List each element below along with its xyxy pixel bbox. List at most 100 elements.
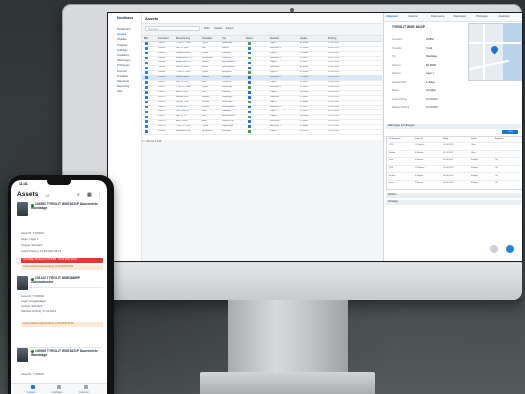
nav-item-projekte[interactable]: Projekte	[117, 43, 127, 47]
asset-thumbnail-icon	[145, 76, 148, 79]
table-cell: Tyrolit	[202, 85, 208, 88]
column-header[interactable]: Ergebnis	[495, 138, 504, 140]
nav-item-assets[interactable]: Assets	[117, 32, 126, 36]
table-cell: Baustelle 3	[270, 85, 281, 88]
table-cell: 30.08.2024	[328, 85, 339, 88]
nav-item-prüfungen[interactable]: Prüfungen	[117, 63, 130, 67]
table-cell: K. Meier	[300, 95, 309, 98]
table-cell: Trennsch.	[222, 56, 232, 59]
field-value: 104562	[426, 39, 434, 41]
table-row[interactable]: Sicht 3 Monate 02.02.2024 Erledigt OK	[387, 180, 522, 188]
section-header-notes[interactable]: Notizen	[386, 193, 521, 198]
column-header[interactable]: Hersteller	[202, 37, 212, 40]
pager[interactable]: 1 – 20 von 1.214	[142, 140, 161, 143]
tab-prüfungen[interactable]: Prüfungen	[476, 15, 488, 18]
column-header[interactable]: Verant.	[300, 37, 308, 40]
table-cell: S. Klein	[300, 61, 308, 64]
status-icon	[248, 76, 251, 79]
asset-thumbnail	[17, 348, 28, 362]
table-cell: Kernbohr	[222, 90, 231, 93]
tab-dokumente[interactable]: Dokumente	[431, 15, 444, 18]
location-map[interactable]	[468, 23, 522, 81]
nav-item-inventur[interactable]: Inventur	[117, 69, 127, 73]
nav-item-objekte[interactable]: Objekte	[117, 37, 127, 41]
field-value: Verfügbar	[426, 90, 436, 92]
table-cell: 6 Monate	[415, 151, 424, 154]
table-cell: Baustelle 4	[270, 46, 281, 49]
field-label: Nächste Prüfung	[392, 107, 410, 109]
asset-count: 18	[45, 192, 50, 198]
asset-card[interactable]: 100069 TYROLIT WSE1621P Dauermiete Wands…	[15, 340, 103, 380]
table-cell: Sicht	[389, 182, 394, 185]
nav-item-standorte[interactable]: Standorte	[117, 79, 129, 83]
table-cell: Offen	[471, 144, 476, 147]
filter-button[interactable]: Filter	[204, 26, 210, 31]
table-cell: Erledigt	[471, 174, 478, 177]
table-cell: Hilti TE 70	[176, 115, 187, 118]
column-header[interactable]: Prüfungsart	[389, 138, 400, 140]
table-row[interactable]: 104580 Husqvarna DM Husqvarna Kernbohr Lager…	[142, 129, 382, 135]
section-header-maintenance[interactable]: Wartungen & Prüfungen	[386, 124, 521, 129]
tab-orders[interactable]: Aufträge	[52, 390, 63, 394]
table-cell: Trennsch.	[222, 81, 232, 84]
table-cell: 104575	[158, 105, 166, 108]
tab-allgemein[interactable]: Allgemein	[386, 15, 398, 18]
columns-button[interactable]: Spalten	[214, 26, 223, 31]
table-cell: Husqvarna	[202, 130, 213, 133]
field-label: Letzte Prüfung	[392, 98, 407, 101]
table-cell: M. Wolf	[300, 130, 308, 133]
map-water	[503, 24, 521, 80]
table-cell: Festool	[202, 100, 210, 103]
table-cell: 19.07.2024	[328, 66, 339, 69]
column-header[interactable]: Inventarnr.	[158, 37, 169, 40]
table-cell: OK	[495, 159, 498, 162]
table-cell: 104563	[158, 46, 166, 49]
field-value: Lager 1	[426, 73, 434, 75]
column-header[interactable]: Prüfung	[328, 37, 336, 40]
table-cell: Bohrhammer	[222, 105, 235, 108]
table-cell: 104573	[158, 95, 166, 98]
field-label: Hersteller	[392, 47, 402, 50]
asset-card[interactable]: 101142 TYROLIT DME38MRP Zahnradmotor Ass…	[15, 273, 103, 348]
add-inspection-button[interactable]: + Neu	[502, 130, 518, 134]
export-button[interactable]: Export	[226, 26, 234, 31]
table-cell: Stihl	[202, 81, 207, 84]
search-input[interactable]: Suchen...	[145, 26, 200, 31]
nav-item-wartungen[interactable]: Wartungen	[117, 58, 131, 62]
nav-item-hilfe[interactable]: Hilfe	[117, 89, 123, 93]
table-cell: 104566	[158, 61, 166, 64]
help-button[interactable]	[506, 245, 514, 253]
table-cell: DeWalt	[202, 105, 210, 108]
table-cell: 104578	[158, 120, 166, 123]
nav-item-dashboard[interactable]: Dashboard	[117, 27, 131, 31]
chat-button[interactable]	[490, 245, 498, 253]
table-cell: —	[495, 151, 497, 154]
table-cell: Meißel	[222, 46, 229, 49]
table-cell: Bohrhammer	[222, 61, 235, 64]
nav-item-kontakte[interactable]: Kontakte	[117, 74, 128, 78]
column-header[interactable]: Fällig	[443, 138, 448, 140]
section-header-attachments[interactable]: Anhänge	[386, 200, 521, 205]
table-cell: 104568	[158, 71, 166, 74]
nav-item-reporting[interactable]: Reporting	[117, 84, 129, 88]
tab-inventory[interactable]: Inventur	[79, 390, 89, 394]
tab-assets[interactable]: Assets	[27, 390, 35, 394]
scan-icon[interactable]: ▦	[87, 192, 92, 198]
column-header[interactable]: Bezeichnung	[176, 37, 190, 40]
nav-item-aufträge[interactable]: Aufträge	[117, 48, 128, 52]
search-icon[interactable]: ⌕	[77, 192, 80, 198]
asset-line: Asset ID: TYR3001	[21, 232, 44, 235]
column-header[interactable]: Status	[246, 37, 253, 40]
column-header[interactable]: Bild	[144, 37, 148, 40]
column-header[interactable]: Status	[471, 138, 477, 140]
column-header[interactable]: Typ	[222, 37, 226, 40]
column-header[interactable]: Intervall	[415, 138, 423, 140]
table-cell: K. Meier	[300, 46, 309, 49]
tab-wartungen[interactable]: Wartungen	[454, 15, 467, 18]
tab-historie[interactable]: Historie	[409, 15, 418, 18]
tab-ausleihen[interactable]: Ausleihen	[499, 15, 510, 18]
menu-icon[interactable]: ⋮	[97, 192, 102, 198]
nav-item-ausleihen[interactable]: Ausleihen	[117, 53, 129, 57]
column-header[interactable]: Standort	[270, 37, 279, 40]
table-cell: DeWalt D25	[176, 105, 188, 108]
